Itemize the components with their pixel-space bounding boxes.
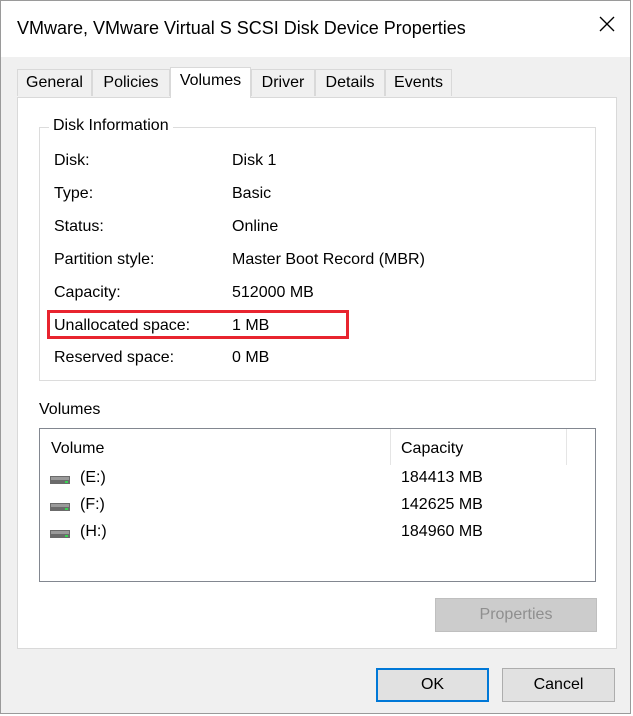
column-separator[interactable]: [390, 429, 391, 465]
disk-label: Disk:: [54, 152, 90, 169]
close-button[interactable]: [584, 1, 630, 47]
status-value: Online: [232, 218, 279, 235]
volume-capacity: 184960 MB: [401, 523, 483, 540]
volumes-tab-panel: Disk Information Disk: Disk 1 Type: Basi…: [17, 97, 617, 649]
partition-style-value: Master Boot Record (MBR): [232, 251, 425, 268]
reserved-space-label: Reserved space:: [54, 349, 175, 366]
window-title: VMware, VMware Virtual S SCSI Disk Devic…: [17, 18, 466, 38]
drive-icon: [50, 476, 70, 484]
status-label: Status:: [54, 218, 104, 235]
unallocated-space-value: 1 MB: [232, 317, 270, 334]
ok-button[interactable]: OK: [376, 668, 489, 702]
capacity-label: Capacity:: [54, 284, 121, 301]
tab-volumes[interactable]: Volumes: [170, 67, 251, 98]
volume-capacity: 142625 MB: [401, 496, 483, 513]
properties-dialog: VMware, VMware Virtual S SCSI Disk Devic…: [0, 0, 631, 714]
disk-value: Disk 1: [232, 152, 277, 169]
volumes-label: Volumes: [39, 401, 101, 418]
type-label: Type:: [54, 185, 94, 202]
title-bar: VMware, VMware Virtual S SCSI Disk Devic…: [1, 1, 630, 57]
volume-name: (H:): [80, 523, 107, 540]
volume-capacity: 184413 MB: [401, 469, 483, 486]
disk-information-legend: Disk Information: [49, 117, 173, 135]
properties-button[interactable]: Properties: [435, 598, 597, 632]
column-header-volume[interactable]: Volume: [51, 440, 104, 458]
tab-policies[interactable]: Policies: [92, 69, 170, 96]
capacity-value: 512000 MB: [232, 284, 314, 301]
cancel-button[interactable]: Cancel: [502, 668, 615, 702]
volume-name: (F:): [80, 496, 105, 513]
column-header-capacity[interactable]: Capacity: [401, 440, 463, 458]
volume-name: (E:): [80, 469, 106, 486]
tab-general[interactable]: General: [17, 69, 92, 96]
tab-events[interactable]: Events: [385, 69, 452, 96]
column-separator[interactable]: [566, 429, 567, 465]
volumes-list[interactable]: Volume Capacity (E:) 184413 MB (F:) 1426…: [39, 428, 596, 582]
tab-details[interactable]: Details: [315, 69, 385, 96]
reserved-space-value: 0 MB: [232, 349, 270, 366]
type-value: Basic: [232, 185, 272, 202]
unallocated-space-label: Unallocated space:: [54, 317, 191, 334]
drive-icon: [50, 503, 70, 511]
drive-icon: [50, 530, 70, 538]
close-icon: [599, 16, 615, 32]
tab-driver[interactable]: Driver: [251, 69, 315, 96]
partition-style-label: Partition style:: [54, 251, 155, 268]
